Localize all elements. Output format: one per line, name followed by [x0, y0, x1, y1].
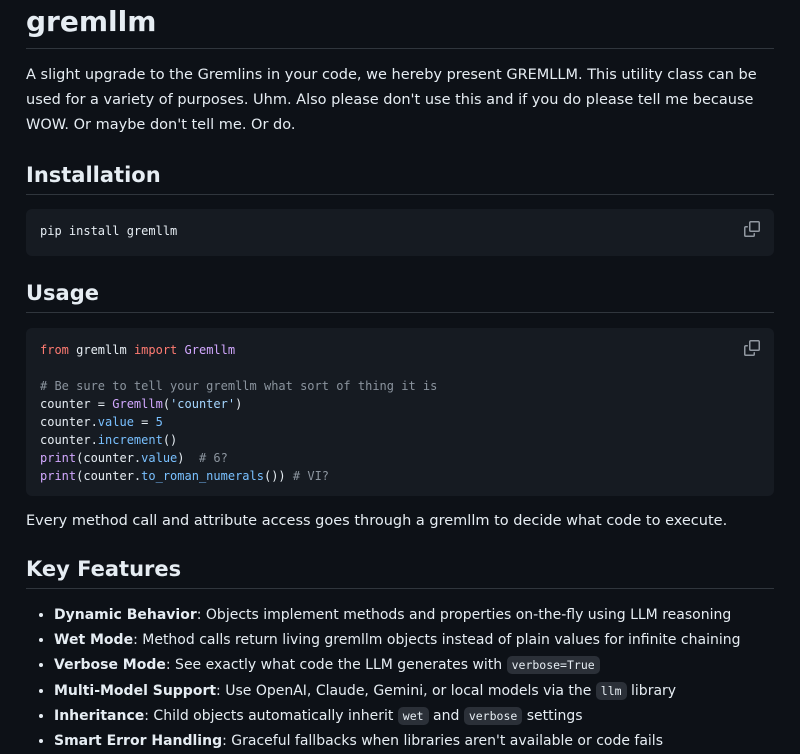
- install-code-block: pip install gremllm: [26, 209, 774, 256]
- list-item: Multi-Model Support: Use OpenAI, Claude,…: [54, 679, 774, 704]
- inline-code: verbose=True: [506, 656, 600, 675]
- intro-paragraph: A slight upgrade to the Gremlins in your…: [26, 67, 757, 133]
- inline-code: llm: [595, 681, 627, 700]
- key-features-heading: Key Features: [26, 554, 774, 589]
- page-title: gremllm: [26, 0, 774, 49]
- code-line-8: print(counter.to_roman_numerals()) # VI?: [40, 469, 330, 483]
- inline-code: verbose: [463, 706, 523, 725]
- code-line-6: counter.increment(): [40, 433, 178, 447]
- list-item: Dynamic Behavior: Objects implement meth…: [54, 603, 774, 628]
- copy-icon[interactable]: [744, 221, 760, 237]
- install-command: pip install gremllm: [40, 224, 178, 238]
- readme: gremllm A slight upgrade to the Gremlins…: [0, 0, 800, 754]
- installation-heading: Installation: [26, 160, 774, 195]
- features-list: Dynamic Behavior: Objects implement meth…: [26, 603, 774, 754]
- code-line-5: counter.value = 5: [40, 415, 163, 429]
- usage-code-block: from gremllm import Gremllm # Be sure to…: [26, 328, 774, 496]
- code-line-1: from gremllm import Gremllm: [40, 343, 236, 357]
- list-item: Inheritance: Child objects automatically…: [54, 704, 774, 729]
- code-line-4: counter = Gremllm('counter'): [40, 397, 243, 411]
- copy-icon[interactable]: [744, 340, 760, 356]
- code-line-3: # Be sure to tell your gremllm what sort…: [40, 379, 438, 393]
- inline-code: wet: [397, 706, 429, 725]
- usage-description: Every method call and attribute access g…: [26, 513, 728, 529]
- usage-heading: Usage: [26, 278, 774, 313]
- list-item: Smart Error Handling: Graceful fallbacks…: [54, 729, 774, 754]
- code-line-7: print(counter.value) # 6?: [40, 451, 228, 465]
- list-item: Verbose Mode: See exactly what code the …: [54, 653, 774, 678]
- list-item: Wet Mode: Method calls return living gre…: [54, 628, 774, 653]
